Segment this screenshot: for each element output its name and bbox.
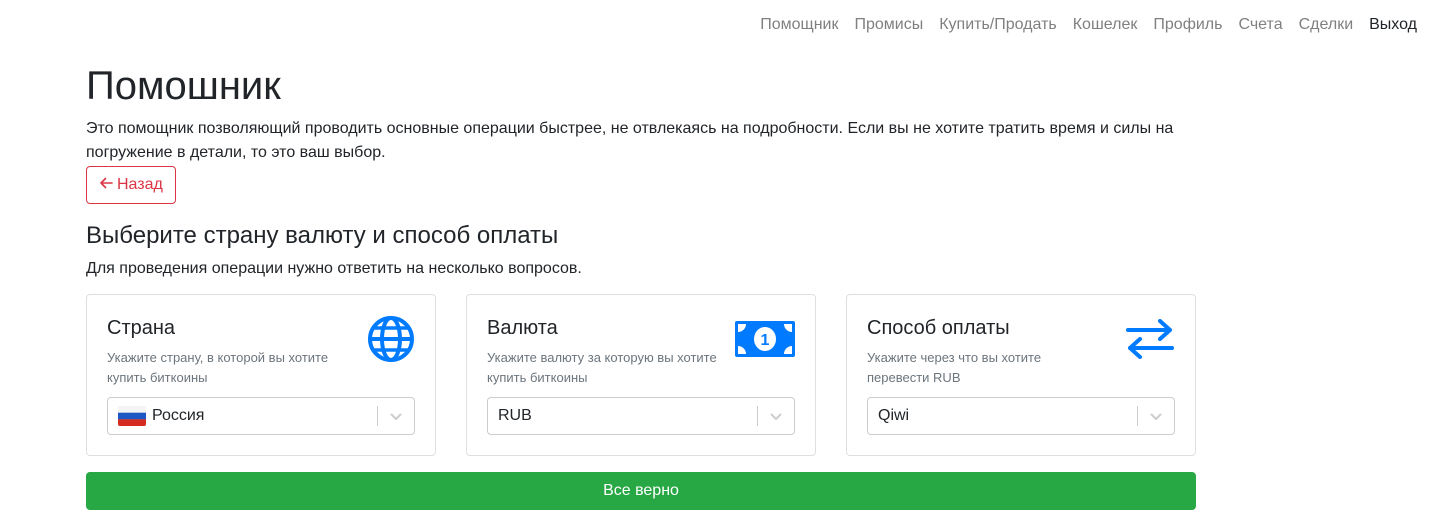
card-hint: Укажите через что вы хотите перевести RU… [867, 350, 1042, 385]
country-card: Страна Укажите страну, в которой вы хоти… [86, 294, 436, 456]
nav-link-buy-sell[interactable]: Купить/Продать [939, 16, 1057, 34]
back-button[interactable]: Назад [86, 166, 176, 204]
main-container: Помошник Это помощник позволяющий провод… [86, 60, 1196, 510]
nav-link-profile[interactable]: Профиль [1153, 16, 1222, 34]
currency-card: Валюта Укажите валюту за которую вы хоти… [466, 294, 816, 456]
nav-link-assistant[interactable]: Помощник [760, 16, 838, 34]
top-nav: Помощник Промисы Купить/Продать Кошелек … [744, 0, 1417, 50]
country-select-value: Россия [152, 407, 205, 424]
payment-method-select[interactable]: Qiwi [867, 397, 1175, 435]
nav-link-accounts[interactable]: Счета [1238, 16, 1282, 34]
nav-link-promises[interactable]: Промисы [854, 16, 923, 34]
money-bill-icon: 1 [735, 321, 795, 362]
exchange-arrows-icon [1125, 319, 1175, 364]
chevron-down-icon[interactable] [758, 411, 794, 421]
section-subtitle: Для проведения операции нужно ответить н… [86, 260, 582, 277]
intro-text: Это помощник позволяющий проводить основ… [86, 120, 1174, 161]
page-title: Помошник [86, 64, 281, 108]
card-hint: Укажите страну, в которой вы хотите купи… [107, 350, 329, 385]
russia-flag-icon [118, 406, 146, 426]
back-button-label: Назад [117, 176, 163, 193]
arrow-left-icon [98, 175, 117, 196]
svg-text:1: 1 [761, 332, 770, 349]
payment-method-select-value: Qiwi [878, 407, 910, 424]
nav-link-logout[interactable]: Выход [1369, 16, 1417, 34]
chevron-down-icon[interactable] [378, 411, 414, 421]
chevron-down-icon[interactable] [1138, 411, 1174, 421]
card-hint: Укажите валюту за которую вы хотите купи… [487, 350, 717, 385]
country-select[interactable]: Россия [107, 397, 415, 435]
currency-select-value: RUB [498, 407, 532, 424]
nav-link-deals[interactable]: Сделки [1299, 16, 1354, 34]
currency-select[interactable]: RUB [487, 397, 795, 435]
selection-cards: Страна Укажите страну, в которой вы хоти… [86, 294, 1196, 456]
confirm-button[interactable]: Все верно [86, 472, 1196, 510]
section-title: Выберите страну валюту и способ оплаты [86, 222, 559, 249]
globe-icon [367, 315, 415, 368]
nav-link-wallet[interactable]: Кошелек [1073, 16, 1138, 34]
payment-method-card: Способ оплаты Укажите через что вы хотит… [846, 294, 1196, 456]
